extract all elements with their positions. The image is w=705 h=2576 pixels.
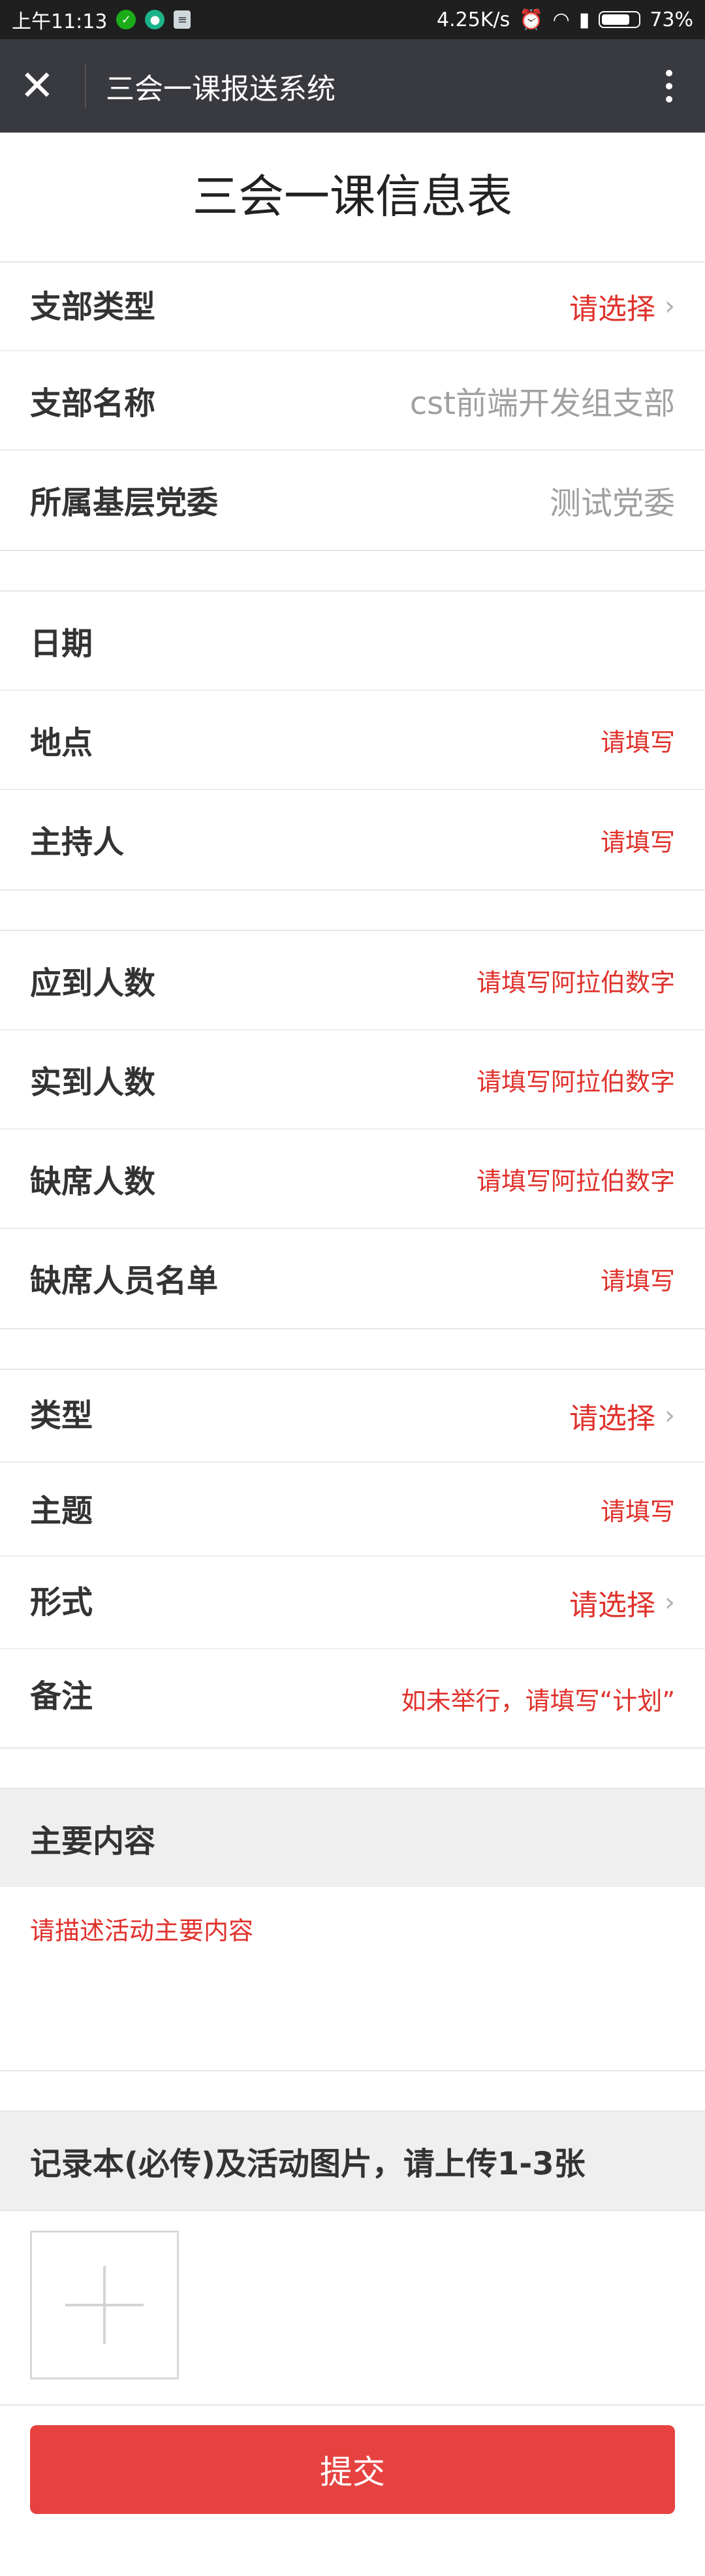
select-type[interactable]: 请选择 › xyxy=(569,1395,675,1437)
label-branch-name: 支部名称 xyxy=(30,385,156,422)
note-input[interactable]: 如未举行，请填写“计划” xyxy=(401,1681,675,1717)
group-attendance: 应到人数 请填写阿拉伯数字 实到人数 请填写阿拉伯数字 缺席人数 请填写阿拉伯数… xyxy=(0,931,705,1329)
label-date: 日期 xyxy=(30,626,93,662)
close-icon[interactable]: ✕ xyxy=(20,65,78,107)
label-branch-type: 支部类型 xyxy=(30,289,156,325)
row-absent-count[interactable]: 缺席人数 请填写阿拉伯数字 xyxy=(0,1130,705,1229)
expected-count-input[interactable]: 请填写阿拉伯数字 xyxy=(477,962,675,998)
row-expected-count[interactable]: 应到人数 请填写阿拉伯数字 xyxy=(0,931,705,1030)
type-value: 请选择 xyxy=(569,1402,655,1435)
label-party-committee: 所属基层党委 xyxy=(30,485,219,521)
row-absent-list[interactable]: 缺席人员名单 请填写 xyxy=(0,1229,705,1328)
chevron-right-icon: › xyxy=(665,1587,675,1617)
status-left: 上午11:13 ✓ ● ≡ xyxy=(12,5,191,34)
add-image-button[interactable] xyxy=(30,2231,179,2379)
label-format: 形式 xyxy=(30,1584,93,1621)
label-absent-count: 缺席人数 xyxy=(30,1164,156,1200)
row-host[interactable]: 主持人 请填写 xyxy=(0,790,705,889)
section-gap xyxy=(0,891,705,931)
row-type[interactable]: 类型 请选择 › xyxy=(0,1370,705,1463)
row-branch-type[interactable]: 支部类型 请选择 › xyxy=(0,262,705,351)
status-right: 4.25K/s ⏰ ◠ ▮ 73% xyxy=(437,8,693,31)
label-expected-count: 应到人数 xyxy=(30,965,156,1002)
more-vertical-icon[interactable] xyxy=(653,69,685,103)
topic-input[interactable]: 请填写 xyxy=(601,1491,675,1527)
format-value: 请选择 xyxy=(569,1589,655,1622)
label-topic: 主题 xyxy=(30,1493,93,1529)
section-gap xyxy=(0,2071,705,2112)
section-gap xyxy=(0,1329,705,1370)
select-format[interactable]: 请选择 › xyxy=(569,1582,675,1623)
section-gap xyxy=(0,551,705,592)
message-icon: ≡ xyxy=(174,10,191,29)
wifi-icon: ◠ xyxy=(552,8,570,31)
battery-icon xyxy=(599,11,641,28)
nav-title: 三会一课报送系统 xyxy=(106,72,336,106)
absent-list-input[interactable]: 请填写 xyxy=(601,1261,675,1297)
nav-divider xyxy=(85,64,86,108)
label-host: 主持人 xyxy=(30,824,125,861)
row-note[interactable]: 备注 如未举行，请填写“计划” xyxy=(0,1649,705,1747)
row-date[interactable]: 日期 xyxy=(0,592,705,691)
app-notification-icon: ● xyxy=(145,10,165,29)
row-topic[interactable]: 主题 请填写 xyxy=(0,1463,705,1557)
row-format[interactable]: 形式 请选择 › xyxy=(0,1557,705,1649)
label-actual-count: 实到人数 xyxy=(30,1064,156,1101)
actual-count-input[interactable]: 请填写阿拉伯数字 xyxy=(477,1062,675,1098)
group-details: 类型 请选择 › 主题 请填写 形式 请选择 › 备注 如未举行，请填写“计划” xyxy=(0,1370,705,1749)
group-branch: 支部类型 请选择 › 支部名称 cst前端开发组支部 所属基层党委 测试党委 xyxy=(0,262,705,551)
branch-name-value: cst前端开发组支部 xyxy=(409,385,675,422)
shield-icon: ✓ xyxy=(116,10,136,29)
chevron-right-icon: › xyxy=(665,291,675,321)
branch-type-value: 请选择 xyxy=(569,293,655,326)
label-type: 类型 xyxy=(30,1397,93,1434)
battery-percent: 73% xyxy=(650,8,693,31)
upload-area xyxy=(0,2210,705,2406)
absent-count-input[interactable]: 请填写阿拉伯数字 xyxy=(477,1161,675,1197)
submit-button[interactable]: 提交 xyxy=(30,2425,675,2514)
row-actual-count[interactable]: 实到人数 请填写阿拉伯数字 xyxy=(0,1030,705,1130)
location-input[interactable]: 请填写 xyxy=(601,722,675,758)
label-absent-list: 缺席人员名单 xyxy=(30,1263,219,1299)
group-meeting: 日期 地点 请填写 主持人 请填写 xyxy=(0,592,705,891)
select-branch-type[interactable]: 请选择 › xyxy=(569,285,675,327)
nav-bar: ✕ 三会一课报送系统 xyxy=(0,39,705,133)
label-location: 地点 xyxy=(30,725,93,761)
host-input[interactable]: 请填写 xyxy=(601,822,675,858)
main-content-heading: 主要内容 xyxy=(0,1789,705,1887)
section-gap xyxy=(0,1749,705,1789)
network-speed: 4.25K/s xyxy=(437,8,510,31)
chevron-right-icon: › xyxy=(665,1401,675,1431)
label-note: 备注 xyxy=(30,1678,93,1715)
row-party-committee: 所属基层党委 测试党委 xyxy=(0,451,705,550)
upload-heading: 记录本(必传)及活动图片，请上传1-3张 xyxy=(0,2112,705,2210)
status-time: 上午11:13 xyxy=(12,10,108,33)
submit-area: 提交 xyxy=(0,2406,705,2534)
row-location[interactable]: 地点 请填写 xyxy=(0,691,705,790)
alarm-icon: ⏰ xyxy=(519,8,544,31)
signal-icon: ▮ xyxy=(578,8,590,31)
page-title: 三会一课信息表 xyxy=(0,133,705,262)
status-bar: 上午11:13 ✓ ● ≡ 4.25K/s ⏰ ◠ ▮ 73% xyxy=(0,0,705,39)
main-content-textarea[interactable]: 请描述活动主要内容 xyxy=(0,1887,705,2071)
row-branch-name: 支部名称 cst前端开发组支部 xyxy=(0,351,705,451)
party-committee-value: 测试党委 xyxy=(549,485,675,522)
